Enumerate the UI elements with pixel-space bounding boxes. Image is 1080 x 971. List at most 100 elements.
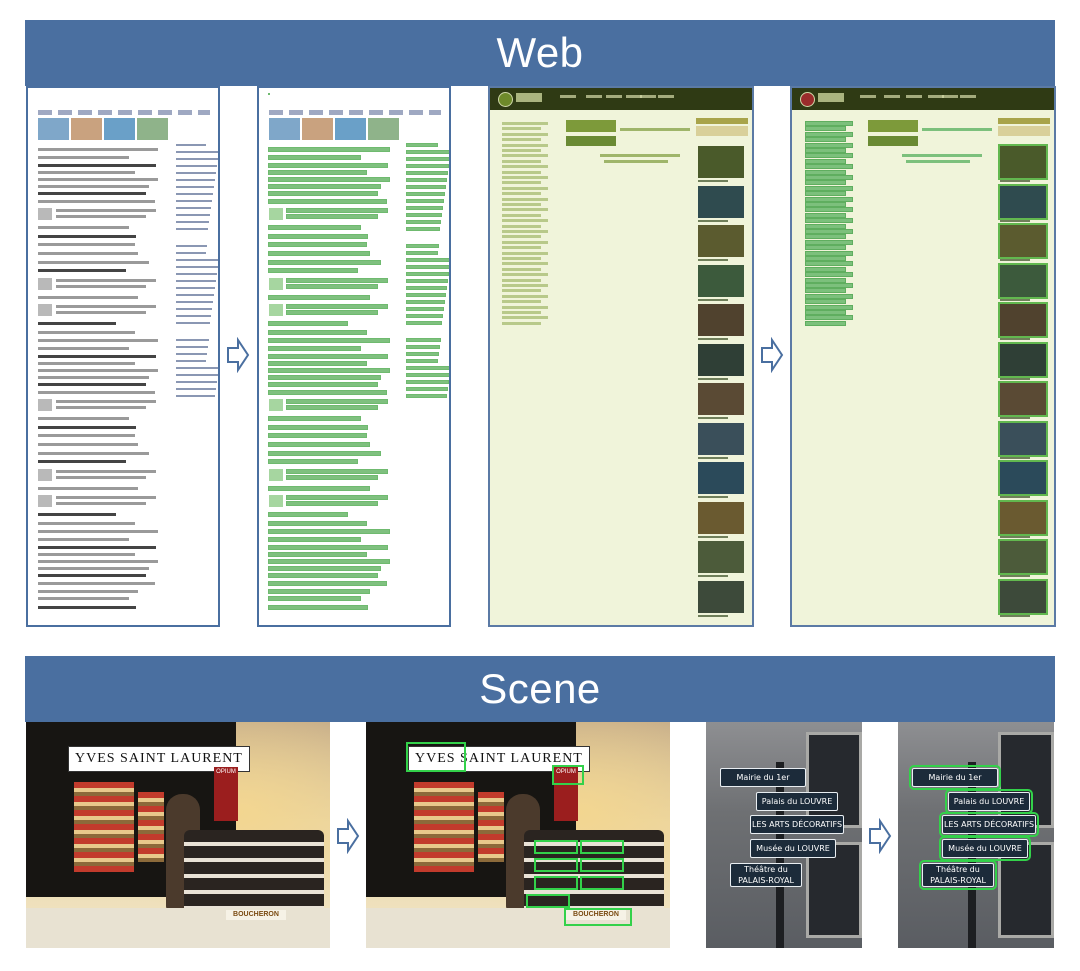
news-text-line <box>268 537 361 542</box>
gallery-category-link <box>502 262 548 266</box>
news-text-line <box>268 260 381 265</box>
gallery-menu-item <box>960 95 976 98</box>
gallery-thumbnail-image <box>698 501 744 534</box>
gallery-menu-item <box>658 95 674 98</box>
gallery-category-link <box>502 197 548 201</box>
web-news-screenshot-original <box>26 86 220 627</box>
street-sign: Musée du LOUVRE <box>939 836 1031 861</box>
gallery-category-link <box>502 127 541 131</box>
news-text-line <box>38 553 135 556</box>
gallery-menu-item <box>560 95 576 98</box>
gallery-brand <box>516 93 542 102</box>
news-sidebar-line <box>406 185 446 189</box>
gallery-menu-item <box>942 95 958 98</box>
gallery-thumbnail-image <box>698 541 744 573</box>
news-headline <box>268 425 368 430</box>
gallery-thumbnail-caption <box>698 614 728 617</box>
news-sidebar-line <box>406 373 449 377</box>
gallery-thumbnail-caption <box>698 417 728 419</box>
news-text-line <box>38 530 158 533</box>
news-text-line <box>268 416 361 421</box>
gallery-thumbnail-caption <box>1000 417 1030 419</box>
news-sidebar-line <box>406 272 449 276</box>
gallery-thumbnail-image <box>998 183 1048 220</box>
news-headline <box>38 460 126 463</box>
gallery-category-link <box>502 267 541 271</box>
street-sign: LES ARTS DÉCORATIFS <box>939 812 1039 837</box>
gallery-thumbnail-caption <box>698 298 728 301</box>
news-headline <box>38 192 146 195</box>
gallery-category-link <box>502 122 548 125</box>
gallery-category-link <box>502 203 541 206</box>
news-text-line <box>286 469 388 474</box>
news-text-line <box>38 452 149 455</box>
gallery-logo-icon <box>498 92 513 107</box>
street-sign: Palais du LOUVRE <box>756 792 838 811</box>
gallery-category-link <box>805 126 846 132</box>
gallery-category-link <box>502 186 548 190</box>
store-opium-poster: OPIUM <box>214 767 238 821</box>
gallery-thumbnail-image <box>998 341 1048 378</box>
gallery-category-link <box>805 234 846 240</box>
gallery-category-link <box>805 121 853 126</box>
news-thumbnail <box>269 495 283 507</box>
news-headline <box>38 426 136 429</box>
gallery-thumbnail-caption <box>1000 456 1030 459</box>
news-text-line <box>268 390 387 395</box>
news-headline <box>38 235 136 238</box>
gallery-thumbnail-caption <box>698 535 728 538</box>
store-shelf <box>74 782 134 872</box>
news-headline <box>268 191 378 196</box>
news-sidebar-line <box>406 258 449 262</box>
gallery-category-link <box>805 142 853 148</box>
gallery-thumbnail-image <box>998 381 1048 417</box>
news-text-line <box>56 470 156 473</box>
gallery-category-link <box>502 305 548 309</box>
news-sidebar-line <box>176 353 207 355</box>
news-text-line <box>286 495 388 500</box>
scene-store-photo-original: YVES SAINT LAURENT OPIUM BOUCHERON <box>26 722 330 948</box>
gallery-category-link <box>502 213 541 217</box>
news-thumbnail <box>38 469 52 481</box>
news-sidebar-line <box>176 151 218 153</box>
gallery-category-link <box>502 235 541 239</box>
gallery-menu-item <box>884 95 900 98</box>
gallery-menu-item <box>640 95 656 98</box>
news-text-line <box>286 501 378 506</box>
news-text-line <box>268 177 390 182</box>
gallery-category-link <box>502 154 548 158</box>
news-sidebar-line <box>176 346 208 348</box>
gallery-category-link <box>805 277 846 283</box>
news-text-line <box>38 376 149 379</box>
gallery-category-link <box>502 230 548 233</box>
news-sidebar-line <box>176 158 218 160</box>
news-sidebar-line <box>176 367 218 369</box>
news-sidebar-line <box>176 252 206 254</box>
news-text-line <box>56 496 156 499</box>
gallery-category-link <box>502 246 541 250</box>
news-sidebar-line <box>406 171 448 175</box>
news-text-line <box>38 148 158 151</box>
news-text-line <box>268 521 367 526</box>
text-detection-box <box>526 894 570 908</box>
news-text-line <box>286 399 388 404</box>
gallery-category-link <box>805 310 846 315</box>
text-detection-box <box>580 840 624 854</box>
gallery-thumbnail-image <box>698 185 744 218</box>
news-sidebar-line <box>406 307 444 311</box>
street-sign: Théâtre du PALAIS-ROYAL <box>730 863 802 887</box>
gallery-thumbnail-caption <box>698 338 728 340</box>
gallery-category-link <box>502 294 548 298</box>
gallery-menu-item <box>586 95 602 98</box>
gallery-thumbnail-caption <box>1000 338 1030 340</box>
gallery-category-link <box>805 229 853 234</box>
news-headline <box>268 512 348 517</box>
news-sidebar-line <box>406 220 441 224</box>
news-banner-image <box>335 118 366 140</box>
text-detection-box <box>580 876 624 890</box>
news-text-line <box>268 361 367 366</box>
gallery-category-link <box>805 202 846 207</box>
news-sidebar-line <box>176 381 217 383</box>
gallery-thumbnail-caption <box>1000 219 1030 222</box>
news-sidebar-line <box>406 244 439 248</box>
